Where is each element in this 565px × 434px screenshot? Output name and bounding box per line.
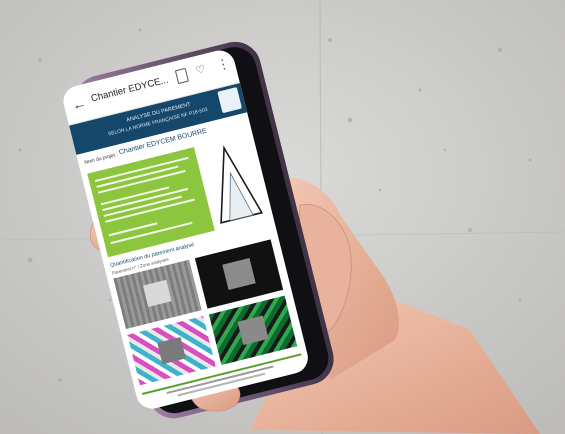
document-icon[interactable] — [174, 67, 189, 85]
analysis-image[interactable] — [208, 295, 298, 365]
document-title: Chantier EDYCE... — [89, 74, 170, 105]
bell-icon[interactable]: ♡ — [194, 62, 206, 77]
more-vert-icon[interactable]: ⋮ — [215, 55, 231, 74]
analysis-image[interactable] — [127, 315, 216, 386]
logo — [217, 87, 243, 114]
arrow-left-icon[interactable]: ← — [70, 94, 87, 113]
photo-scene: ← Chantier EDYCE... ♡ ⋮ ANALYSE DU PAREM… — [0, 0, 565, 434]
project-label: Nom du projet : — [83, 151, 119, 166]
